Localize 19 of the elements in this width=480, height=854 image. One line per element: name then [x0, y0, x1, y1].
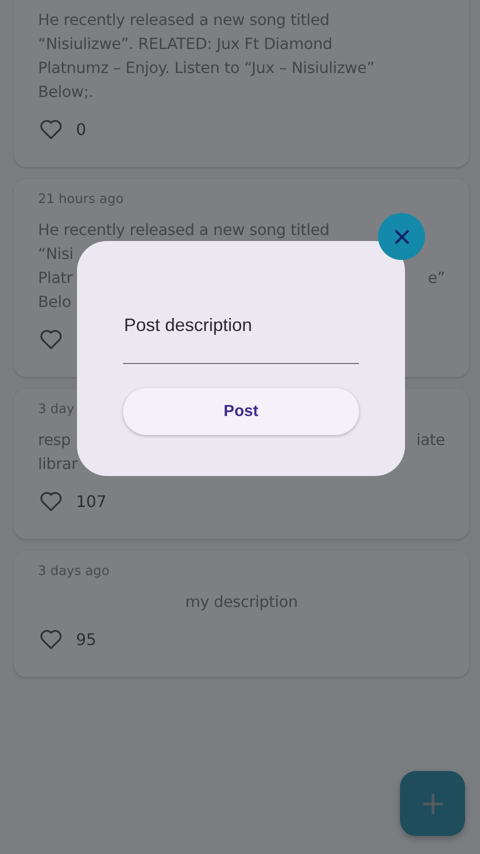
post-text: resp	[38, 430, 71, 451]
post-text: “Nisiulizwe”. RELATED: Jux Ft Diamond	[38, 34, 332, 55]
post-text: He recently released a new song titled	[38, 10, 330, 31]
like-count: 0	[76, 120, 86, 138]
description-field[interactable]: Post description	[123, 297, 359, 364]
post-text: Belo	[38, 292, 72, 313]
like-count: 107	[76, 492, 107, 510]
post-text: librar	[38, 454, 78, 475]
post-text: Below;.	[38, 82, 94, 103]
like-count: 95	[76, 630, 96, 648]
post-text: He recently released a new song titled	[38, 220, 330, 241]
post-text: Platr	[38, 268, 73, 289]
post-text: my description	[185, 592, 298, 613]
post-text: e”	[428, 268, 445, 289]
post-text: Platnumz – Enjoy. Listen to “Jux – Nisiulizwe”	[38, 58, 374, 79]
add-button[interactable]	[400, 771, 465, 836]
post-button[interactable]: Post	[123, 388, 359, 435]
post-text: “Nisi	[38, 244, 74, 265]
post-text: iate	[416, 430, 445, 451]
